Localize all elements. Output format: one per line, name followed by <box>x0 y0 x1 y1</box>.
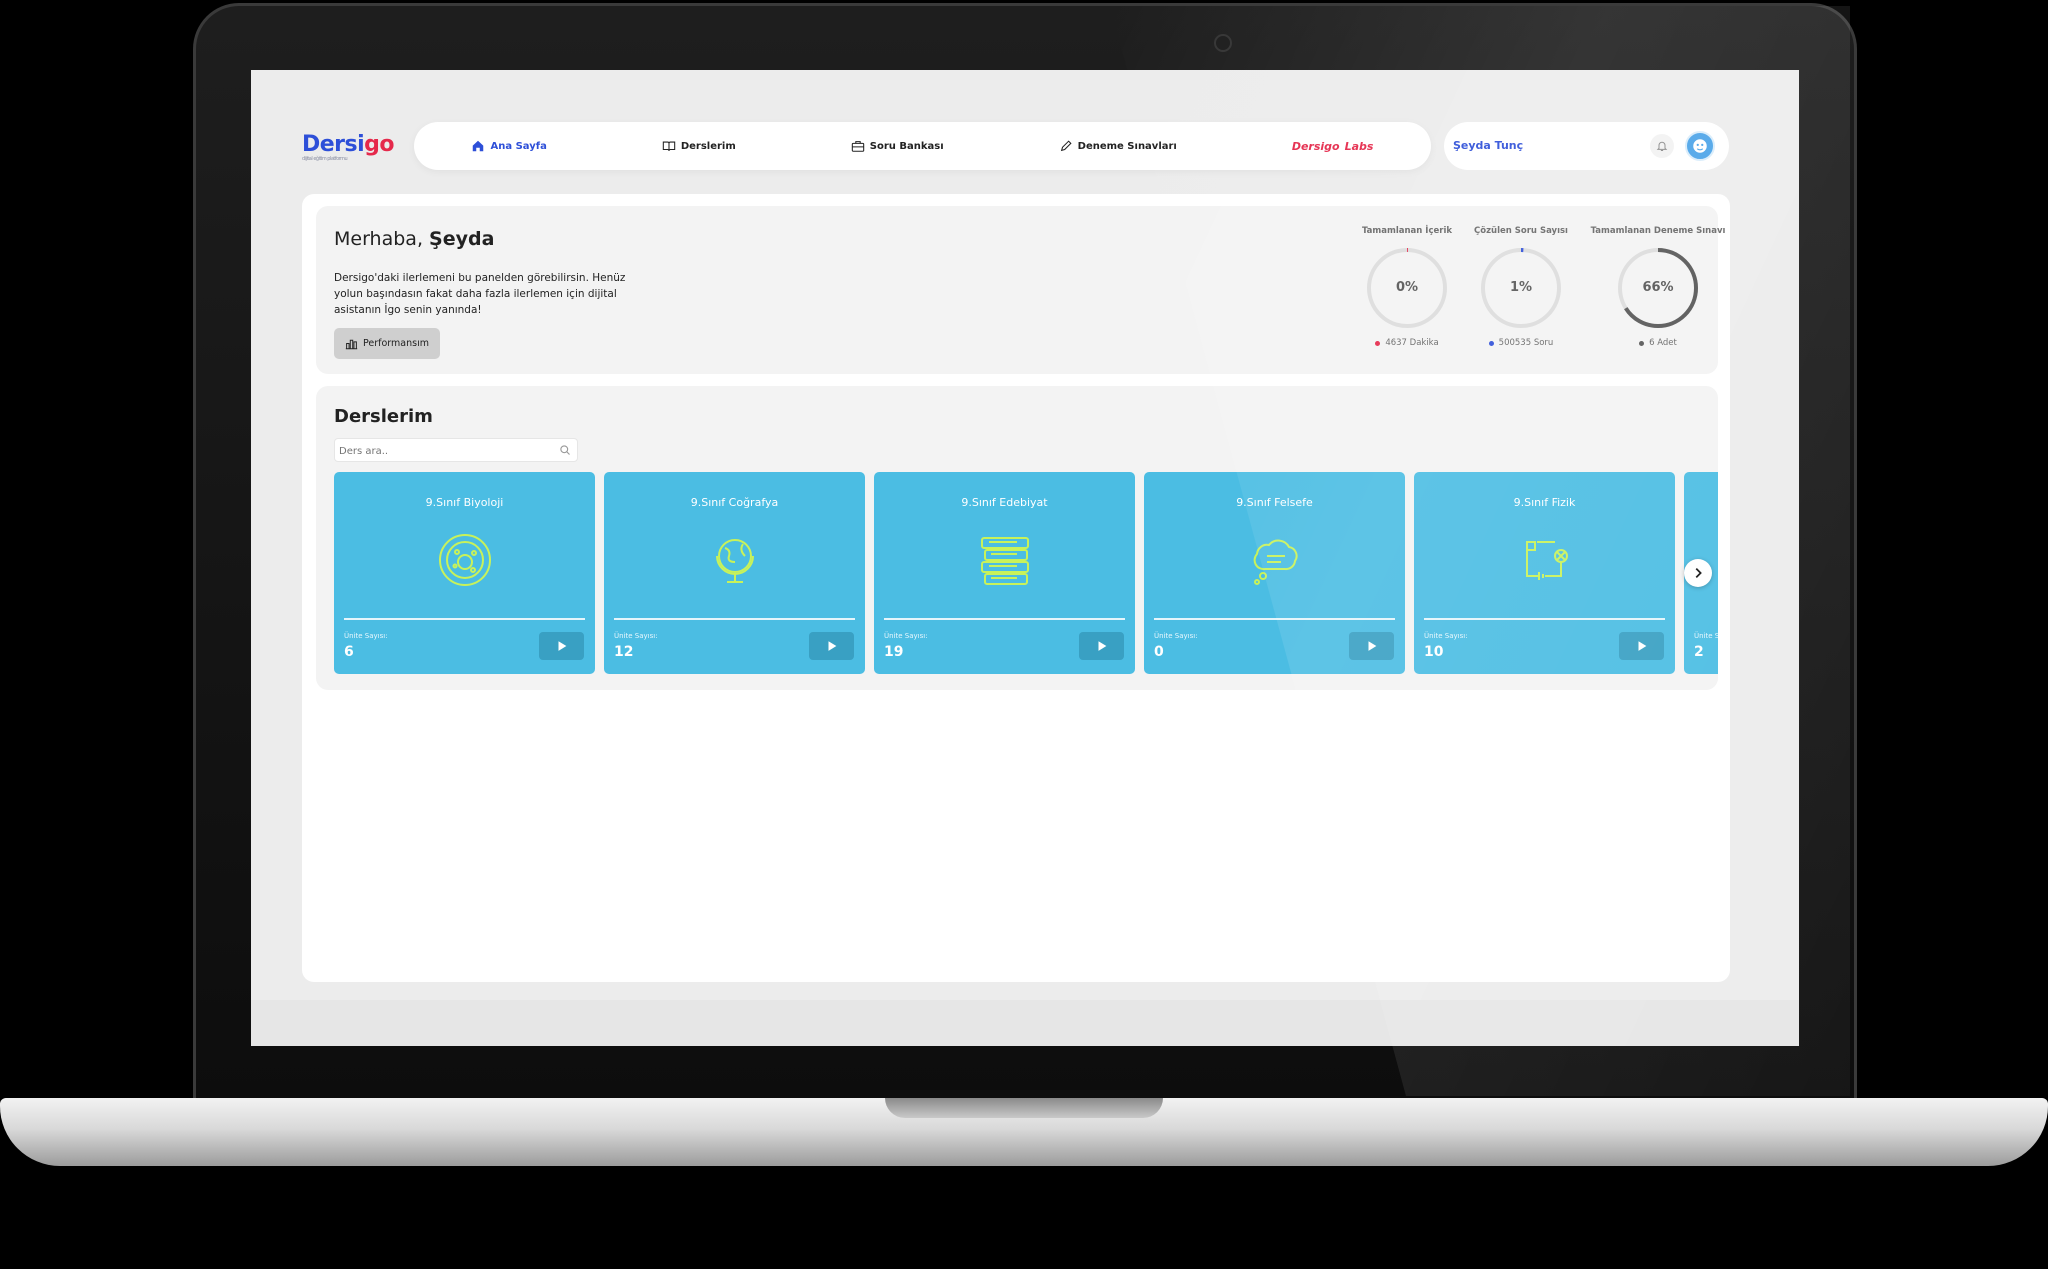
card-divider <box>344 618 585 620</box>
course-search-input[interactable] <box>335 440 553 463</box>
nav-item-courses[interactable]: Derslerim <box>662 139 736 153</box>
course-card-biology[interactable]: 9.Sınıf Biyoloji Ünite Sayısı: 6 <box>334 472 595 674</box>
card-divider <box>884 618 1125 620</box>
course-search <box>334 438 578 463</box>
thought-bubble-icon <box>1253 539 1298 585</box>
cell-icon <box>439 534 491 586</box>
nav-item-exams[interactable]: Deneme Sınavları <box>1059 139 1177 153</box>
play-button[interactable] <box>1619 632 1664 660</box>
stat-solved-questions: Çözülen Soru Sayısı 1% 500535 Soru <box>1474 226 1568 348</box>
nav-item-question-bank[interactable]: Soru Bankası <box>851 139 944 153</box>
circuit-icon <box>1526 541 1568 580</box>
play-button[interactable] <box>539 632 584 660</box>
progress-ring: 0% <box>1365 246 1449 330</box>
avatar[interactable] <box>1685 131 1715 161</box>
brand-tagline: dijital eğitim platformu <box>302 156 348 162</box>
courses-title: Derslerim <box>334 406 433 427</box>
nav-item-home[interactable]: Ana Sayfa <box>471 139 547 153</box>
play-icon <box>828 641 836 651</box>
progress-ring: 1% <box>1479 246 1563 330</box>
user-box: Şeyda Tunç <box>1444 122 1729 170</box>
books-icon <box>981 537 1029 585</box>
book-icon <box>662 141 676 151</box>
card-divider <box>1424 618 1665 620</box>
card-divider <box>614 618 855 620</box>
course-card-physics[interactable]: 9.Sınıf Fizik Ünite Sayısı: 10 <box>1414 472 1675 674</box>
user-name[interactable]: Şeyda Tunç <box>1453 139 1523 152</box>
main-nav: Ana Sayfa Derslerim Soru Bankası Deneme … <box>414 122 1431 170</box>
course-card-geography[interactable]: 9.Sınıf Coğrafya Ünite Sayısı: 12 <box>604 472 865 674</box>
search-icon[interactable] <box>559 444 571 456</box>
play-button[interactable] <box>1349 632 1394 660</box>
chevron-right-icon <box>1695 568 1702 578</box>
welcome-panel: Merhaba, Şeyda Dersigo'daki ilerlemeni b… <box>316 206 1725 374</box>
status-dot <box>1375 340 1381 346</box>
play-button[interactable] <box>809 632 854 660</box>
home-icon <box>473 140 484 152</box>
performance-button[interactable]: Performansım <box>334 328 440 359</box>
course-card-literature[interactable]: 9.Sınıf Edebiyat Ünite Sayısı: 19 <box>874 472 1135 674</box>
courses-panel: Derslerim 9.Sınıf Biyoloji Ünite Sayısı:… <box>316 386 1718 690</box>
laptop-notch <box>885 1098 1163 1118</box>
app-screen: Dersigo dijital eğitim platformu Ana Say… <box>251 70 1799 1046</box>
bar-chart-icon <box>345 339 358 350</box>
camera-icon <box>1214 34 1232 52</box>
play-button[interactable] <box>1079 632 1124 660</box>
pencil-icon <box>1060 140 1072 152</box>
status-dot <box>1488 340 1494 346</box>
nav-item-labs[interactable]: Dersigo Labs <box>1292 140 1374 153</box>
stat-completed-exams: Tamamlanan Deneme Sınavı 66% 6 Adet <box>1590 226 1726 348</box>
globe-icon <box>716 539 754 583</box>
briefcase-icon <box>851 141 864 152</box>
stat-completed-content: Tamamlanan İçerik 0% 4637 Dakika <box>1361 226 1453 348</box>
course-card-philosophy[interactable]: 9.Sınıf Felsefe Ünite Sayısı: 0 <box>1144 472 1405 674</box>
brand-logo[interactable]: Dersigo dijital eğitim platformu <box>302 132 395 162</box>
play-icon <box>558 641 566 651</box>
carousel-next-button[interactable] <box>1684 559 1712 587</box>
card-divider <box>1154 618 1395 620</box>
screen-bottom-strip <box>251 1000 1799 1046</box>
play-icon <box>1368 641 1376 651</box>
progress-ring: 66% <box>1616 246 1700 330</box>
top-bar: Dersigo dijital eğitim platformu Ana Say… <box>251 70 1799 190</box>
greeting: Merhaba, Şeyda <box>334 228 495 250</box>
play-icon <box>1638 641 1646 651</box>
play-icon <box>1098 641 1106 651</box>
main-content: Merhaba, Şeyda Dersigo'daki ilerlemeni b… <box>302 194 1730 982</box>
notification-bell-icon[interactable] <box>1650 134 1674 158</box>
welcome-description: Dersigo'daki ilerlemeni bu panelden göre… <box>334 272 626 316</box>
status-dot <box>1639 340 1645 346</box>
